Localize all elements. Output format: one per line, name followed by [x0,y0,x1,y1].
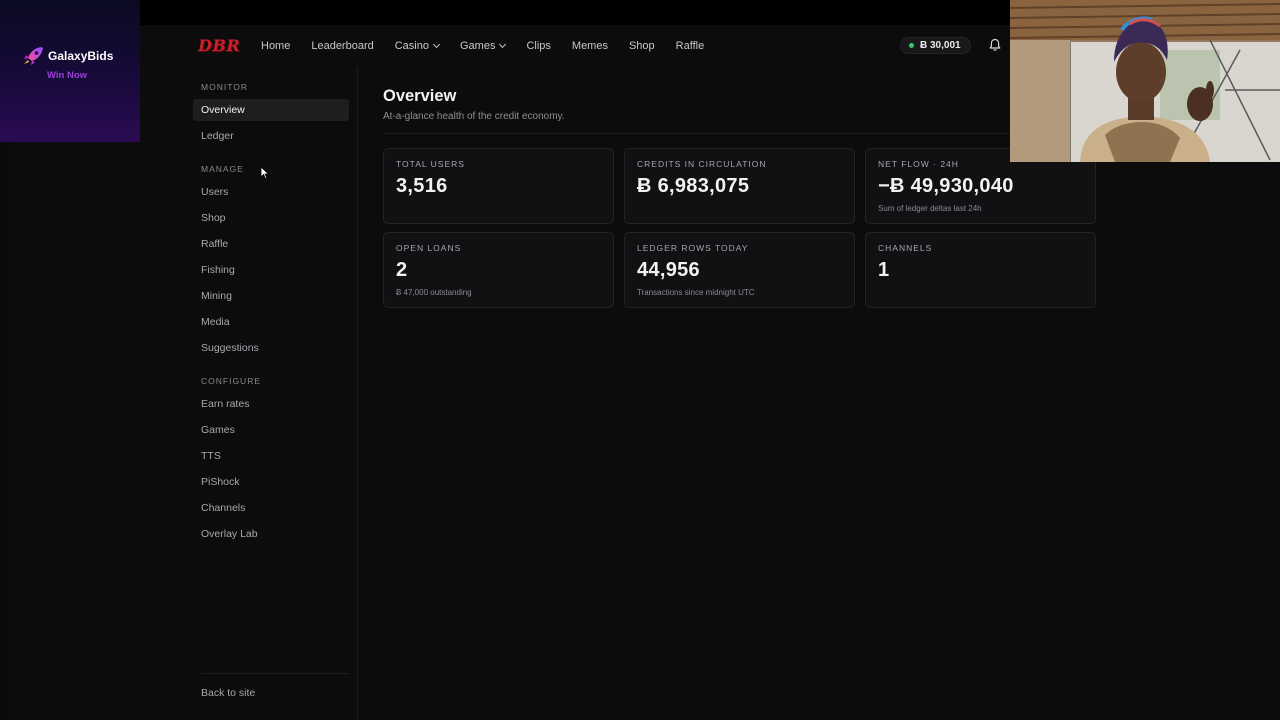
stat-label: LEDGER ROWS TODAY [637,243,749,253]
title-divider [383,133,1097,134]
nav-label: Casino [394,40,429,52]
sidebar-item-raffle[interactable]: Raffle [193,233,349,255]
sidebar-item-mining[interactable]: Mining [193,285,349,307]
page-title: Overview [383,87,457,105]
sidebar-item-users[interactable]: Users [193,181,349,203]
nav-label: Home [261,40,291,52]
sidebar-item-pishock[interactable]: PiShock [193,471,349,493]
nav-games[interactable]: Games [459,40,507,52]
sidebar-item-suggestions[interactable]: Suggestions [193,337,349,359]
nav-memes[interactable]: Memes [572,40,608,52]
status-dot-icon [909,43,914,48]
ad-cta[interactable]: Win Now [47,70,87,81]
chevron-down-icon [499,40,507,49]
section-title-configure: CONFIGURE [201,376,261,386]
sidebar-item-tts[interactable]: TTS [193,445,349,467]
sidebar-item-games[interactable]: Games [193,419,349,441]
section-title-monitor: MONITOR [201,82,248,92]
nav-label: Raffle [675,40,705,52]
stat-value: 2 [396,259,408,281]
stat-card-total-users: TOTAL USERS 3,516 [383,148,614,224]
sidebar-item-channels[interactable]: Channels [193,497,349,519]
ad-banner[interactable]: GalaxyBids Win Now [0,0,140,142]
stat-value: 44,956 [637,259,700,281]
nav-home[interactable]: Home [261,40,290,52]
stat-value: Ƀ 6,983,075 [637,175,750,197]
stat-card-open-loans: OPEN LOANS 2 Ƀ 47,000 outstanding [383,232,614,308]
nav-shop[interactable]: Shop [629,40,655,52]
admin-sidebar: MONITOR Overview Ledger MANAGE Users Sho… [185,67,358,720]
sidebar-item-shop[interactable]: Shop [193,207,349,229]
stat-label: NET FLOW · 24H [878,159,959,169]
stat-note: Sum of ledger deltas last 24h [878,204,982,213]
stat-card-channels: CHANNELS 1 [865,232,1096,308]
balance-value: Ƀ 30,001 [920,40,961,51]
stat-card-ledger-rows: LEDGER ROWS TODAY 44,956 Transactions si… [624,232,855,308]
stat-card-credits: CREDITS IN CIRCULATION Ƀ 6,983,075 [624,148,855,224]
back-to-site-link[interactable]: Back to site [193,682,349,704]
nav-casino[interactable]: Casino [394,40,441,52]
rocket-icon [24,47,43,65]
sidebar-item-media[interactable]: Media [193,311,349,333]
stat-value: 3,516 [396,175,448,197]
stat-value: 1 [878,259,890,281]
balance-badge[interactable]: Ƀ 30,001 [900,37,971,54]
page-subtitle: At-a-glance health of the credit economy… [383,111,565,122]
ad-brand: GalaxyBids [48,49,114,63]
sidebar-item-fishing[interactable]: Fishing [193,259,349,281]
webcam-overlay [1010,0,1280,162]
cursor-icon [260,166,270,180]
nav-label: Shop [628,40,655,52]
nav-leaderboard[interactable]: Leaderboard [311,40,373,52]
sidebar-item-earn-rates[interactable]: Earn rates [193,393,349,415]
section-title-manage: MANAGE [201,164,244,174]
nav-label: Clips [526,40,551,52]
site-logo[interactable]: DBR [198,36,240,55]
stat-note: Ƀ 47,000 outstanding [396,288,472,297]
bell-icon[interactable] [988,38,1002,52]
stat-value: −Ƀ 49,930,040 [878,175,1014,197]
nav-clips[interactable]: Clips [526,40,550,52]
nav-raffle[interactable]: Raffle [676,40,705,52]
sidebar-item-overlay-lab[interactable]: Overlay Lab [193,523,349,545]
stat-label: CHANNELS [878,243,933,253]
nav-label: Games [459,40,496,52]
stat-label: TOTAL USERS [396,159,465,169]
stat-label: OPEN LOANS [396,243,462,253]
webcam-feed [1010,0,1280,162]
nav-label: Memes [571,40,608,52]
nav-label: Leaderboard [311,40,374,52]
stat-label: CREDITS IN CIRCULATION [637,159,767,169]
stat-note: Transactions since midnight UTC [637,288,755,297]
sidebar-divider [201,673,349,674]
sidebar-item-overview[interactable]: Overview [193,99,349,121]
chevron-down-icon [432,40,441,49]
main-nav: Home Leaderboard Casino Games Clips Meme… [261,25,725,67]
sidebar-item-ledger[interactable]: Ledger [193,125,349,147]
